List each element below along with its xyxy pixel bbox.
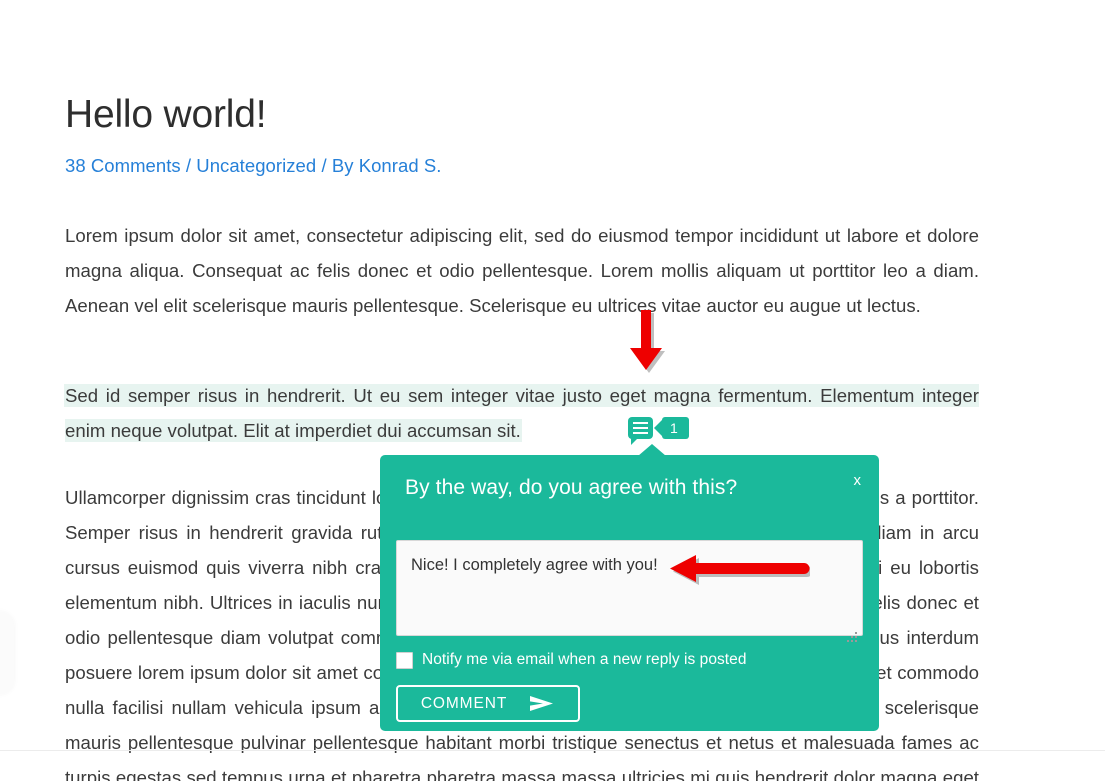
notify-checkbox[interactable] — [396, 651, 413, 669]
submit-comment-button[interactable]: COMMENT — [396, 685, 580, 722]
close-icon[interactable]: x — [848, 468, 868, 494]
paragraph-2-highlight: Sed id semper risus in hendrerit. Ut eu … — [65, 385, 979, 441]
highlighted-paragraph-block: Sed id semper risus in hendrerit. Ut eu … — [65, 378, 979, 448]
notify-label: Notify me via email when a new reply is … — [422, 651, 747, 668]
meta-separator-2: / — [316, 155, 332, 176]
bubble-line-2 — [633, 427, 648, 429]
comment-popup-title: By the way, do you agree with this? — [405, 476, 738, 499]
article-body: Hello world! 38 Comments / Uncategorized… — [65, 0, 979, 342]
category-link[interactable]: Uncategorized — [196, 155, 316, 176]
comments-count-link[interactable]: 38 Comments — [65, 155, 181, 176]
article-page: Hello world! 38 Comments / Uncategorized… — [0, 0, 1105, 781]
comment-popup: By the way, do you agree with this? x No… — [380, 444, 879, 731]
submit-comment-label: COMMENT — [420, 694, 508, 712]
paragraph-2[interactable]: Sed id semper risus in hendrerit. Ut eu … — [65, 378, 979, 448]
comment-bubble-icon[interactable] — [628, 417, 653, 445]
author-link[interactable]: By Konrad S. — [332, 155, 442, 176]
comment-input[interactable] — [396, 540, 863, 636]
inline-comment-badge[interactable]: 1 — [628, 414, 689, 445]
meta-separator-1: / — [180, 155, 197, 176]
comment-popup-header: By the way, do you agree with this? x — [380, 455, 879, 521]
notify-row: Notify me via email when a new reply is … — [396, 651, 747, 669]
paragraph-1: Lorem ipsum dolor sit amet, consectetur … — [65, 225, 979, 316]
send-icon — [530, 696, 554, 711]
post-meta: 38 Comments / Uncategorized / By Konrad … — [65, 154, 979, 178]
comment-count-badge[interactable]: 1 — [654, 417, 689, 439]
left-edge-sliver — [0, 612, 14, 694]
page-title: Hello world! — [65, 93, 267, 136]
bubble-line-3 — [633, 432, 648, 434]
bottom-divider — [0, 750, 1105, 751]
bubble-line-1 — [633, 422, 648, 424]
